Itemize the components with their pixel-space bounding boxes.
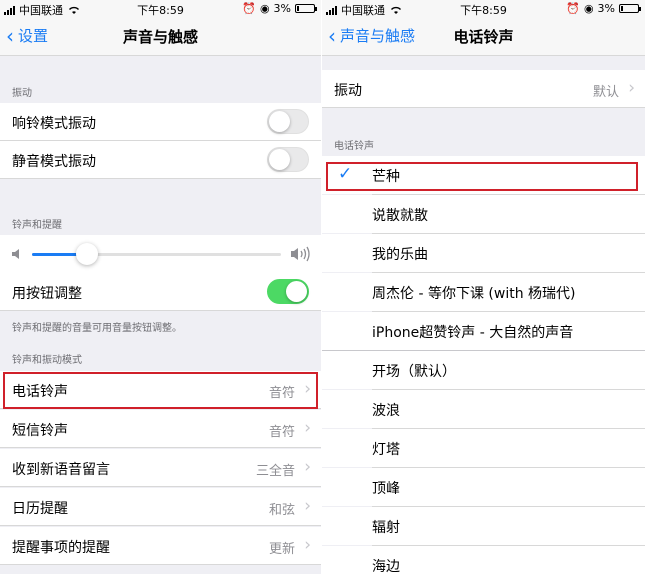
volume-slider[interactable] [32, 253, 281, 256]
row-value: 更新 [268, 542, 295, 557]
adjust-with-buttons-toggle[interactable] [267, 279, 309, 304]
battery-percent: 3% [273, 2, 291, 15]
row-label: 提醒事项的提醒 [12, 540, 110, 556]
section-footer: 铃声和提醒的音量可用音量按钮调整。 [12, 323, 182, 334]
row-value: 默认 [592, 85, 619, 100]
row-label: 日历提醒 [12, 501, 68, 517]
section-header-patterns: 铃声和振动模式 [12, 355, 82, 366]
orientation-lock-icon: ◉ [259, 2, 270, 15]
ringtone-row[interactable]: 辐射 [322, 507, 645, 545]
pattern-row[interactable]: 短信铃声 音符 › [0, 410, 321, 448]
ringtone-label: 我的乐曲 [372, 247, 428, 263]
silent-vibration-row: 静音模式振动 [0, 141, 321, 179]
ringtone-row[interactable]: 顶峰 [322, 468, 645, 506]
chevron-right-icon: › [304, 535, 311, 555]
battery-icon [619, 4, 641, 13]
ringtone-label: 灯塔 [372, 442, 400, 458]
ringtone-label: 波浪 [372, 403, 400, 419]
chevron-right-icon: › [304, 496, 311, 516]
volume-slider-thumb[interactable] [75, 243, 98, 265]
row-label: 用按钮调整 [12, 286, 82, 302]
row-value: 三全音 [255, 464, 295, 479]
volume-slider-row [0, 235, 321, 274]
row-label: 静音模式振动 [12, 154, 96, 170]
adjust-with-buttons-row: 用按钮调整 [0, 273, 321, 311]
ringtone-row[interactable]: 灯塔 [322, 429, 645, 467]
silent-vibration-toggle[interactable] [267, 147, 309, 172]
nav-bar: ‹ 声音与触感 电话铃声 [322, 17, 645, 56]
ringtone-label: 顶峰 [372, 481, 400, 497]
ringtone-label: iPhone超赞铃声 - 大自然的声音 [372, 325, 574, 341]
speaker-high-icon [291, 246, 310, 262]
row-label: 响铃模式振动 [12, 116, 96, 132]
ringtone-row[interactable]: 周杰伦 - 等你下课 (with 杨瑞代) [322, 273, 645, 311]
page-title: 电话铃声 [453, 28, 514, 46]
speaker-low-icon [12, 249, 19, 259]
vibration-row[interactable]: 振动 默认 › [322, 70, 645, 108]
sound-settings-screen: 中国联通 下午8:59 ⏰ ◉ 3% ‹ 设置 声音与触感 振动 响铃模式振动 … [0, 0, 321, 574]
ringtone-row[interactable]: 我的乐曲 [322, 234, 645, 272]
chevron-right-icon: › [304, 418, 311, 438]
chevron-right-icon: › [304, 457, 311, 477]
ringtone-label: 周杰伦 - 等你下课 (with 杨瑞代) [372, 286, 576, 302]
section-header-ringer: 铃声和提醒 [12, 220, 62, 231]
ringtone-label: 开场（默认） [372, 364, 456, 380]
battery-icon [295, 4, 317, 13]
pattern-row[interactable]: 收到新语音留言 三全音 › [0, 449, 321, 487]
status-bar: 中国联通 下午8:59 ⏰ ◉ 3% [0, 0, 321, 17]
ringtone-row[interactable]: 海边 [322, 546, 645, 574]
orientation-lock-icon: ◉ [583, 2, 594, 15]
ringtone-row[interactable]: 波浪 [322, 390, 645, 428]
page-title: 声音与触感 [122, 28, 198, 46]
pattern-row[interactable]: 日历提醒 和弦 › [0, 488, 321, 526]
highlight-box [3, 372, 318, 409]
nav-bar: ‹ 设置 声音与触感 [0, 17, 321, 56]
highlight-box [326, 162, 638, 191]
row-label: 收到新语音留言 [12, 462, 110, 478]
ringtone-row[interactable]: 说散就散 [322, 195, 645, 233]
ring-vibration-row: 响铃模式振动 [0, 103, 321, 141]
battery-percent: 3% [597, 2, 615, 15]
status-bar: 中国联通 下午8:59 ⏰ ◉ 3% [322, 0, 645, 17]
section-header-vibration: 振动 [12, 88, 32, 99]
ringtone-label: 辐射 [372, 520, 400, 536]
ring-vibration-toggle[interactable] [267, 109, 309, 134]
row-value: 音符 [268, 425, 295, 440]
alarm-icon: ⏰ [242, 2, 256, 15]
section-header-ringtones: 电话铃声 [334, 141, 374, 152]
row-label: 短信铃声 [12, 423, 68, 439]
ringtone-screen: 中国联通 下午8:59 ⏰ ◉ 3% ‹ 声音与触感 电话铃声 振动 默认 › … [322, 0, 645, 574]
ringtone-label: 海边 [372, 559, 400, 574]
row-value: 和弦 [268, 503, 295, 518]
chevron-right-icon: › [628, 78, 635, 98]
ringtone-row[interactable]: iPhone超赞铃声 - 大自然的声音 [322, 312, 645, 350]
ringtone-label: 说散就散 [372, 208, 428, 224]
alarm-icon: ⏰ [566, 2, 580, 15]
ringtone-row[interactable]: 开场（默认） [322, 351, 645, 389]
pattern-row[interactable]: 提醒事项的提醒 更新 › [0, 527, 321, 565]
row-label: 振动 [334, 83, 362, 99]
